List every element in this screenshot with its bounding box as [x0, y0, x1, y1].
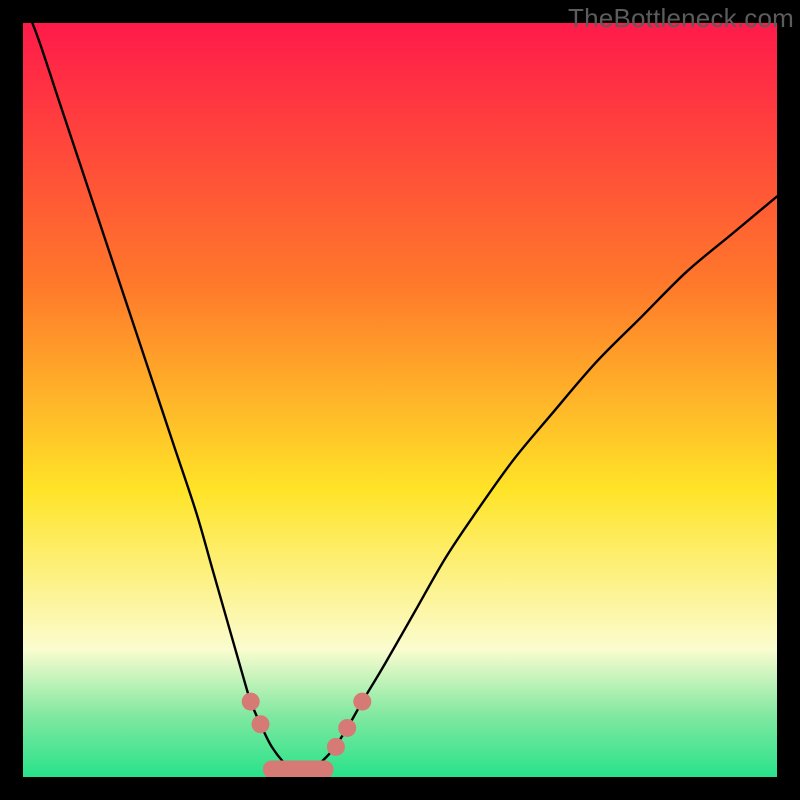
marker-group — [242, 693, 372, 756]
chart-frame: TheBottleneck.com — [0, 0, 800, 800]
marker-dot — [252, 715, 270, 733]
marker-dot — [338, 719, 356, 737]
plot-area — [23, 23, 777, 777]
bottleneck-curve-right — [302, 196, 777, 777]
marker-dot — [353, 693, 371, 711]
chart-svg — [23, 23, 777, 777]
marker-dot — [242, 693, 260, 711]
marker-dot — [327, 738, 345, 756]
marker-capsule — [263, 760, 334, 777]
watermark-text: TheBottleneck.com — [568, 3, 794, 34]
bottleneck-curve-left — [23, 23, 302, 777]
